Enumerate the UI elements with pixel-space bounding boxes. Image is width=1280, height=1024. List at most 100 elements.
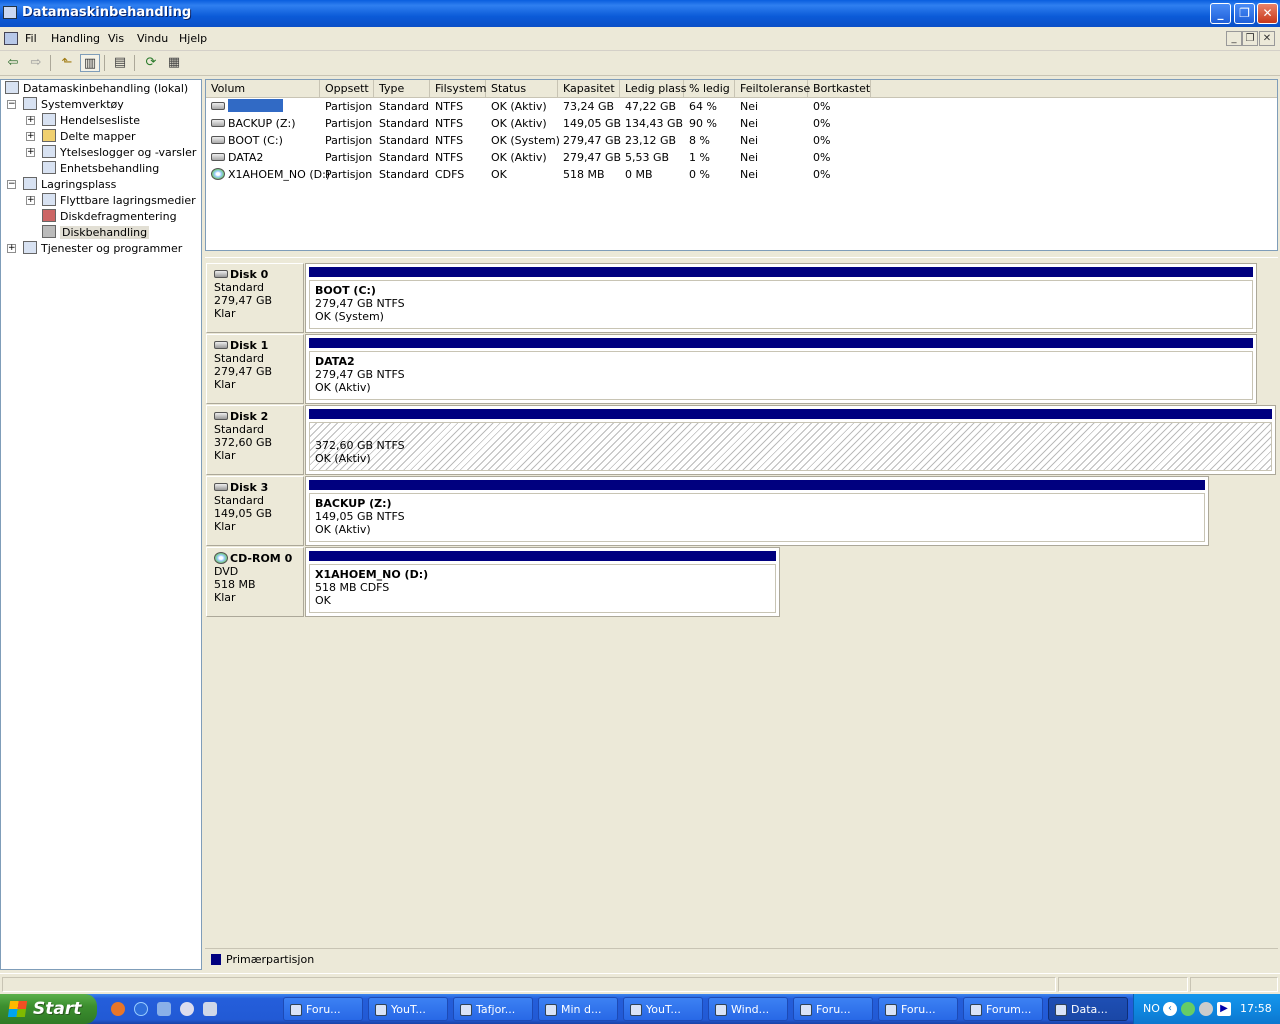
tree-removable-storage[interactable]: Flyttbare lagringsmedier — [42, 193, 196, 209]
column-capacity[interactable]: Kapasitet — [558, 80, 620, 98]
taskbar-item[interactable]: Foru... — [878, 997, 958, 1021]
taskbar-item[interactable]: YouT... — [368, 997, 448, 1021]
start-button[interactable]: Start — [0, 994, 97, 1024]
expand-services[interactable]: + — [7, 244, 16, 253]
table-row[interactable]: Partisjon Standard NTFS OK (Aktiv) 73,24… — [206, 98, 1277, 115]
taskbar-item[interactable]: YouT... — [623, 997, 703, 1021]
child-close-button[interactable]: ✕ — [1259, 31, 1275, 46]
column-free-space[interactable]: Ledig plass — [620, 80, 686, 98]
table-row[interactable]: X1AHOEM_NO (D:) Partisjon Standard CDFS … — [206, 166, 1277, 183]
child-restore-button[interactable]: ❐ — [1242, 31, 1258, 46]
help-icon[interactable]: ▦ — [164, 54, 184, 72]
volume-block[interactable]: DATA2 279,47 GB NTFS OK (Aktiv) — [305, 334, 1257, 404]
collapse-storage[interactable]: − — [7, 180, 16, 189]
expand-perf-logs[interactable]: + — [26, 148, 35, 157]
system-menu-icon[interactable] — [4, 32, 18, 45]
tree-services[interactable]: Tjenester og programmer — [23, 241, 182, 257]
volume-block[interactable]: X1AHOEM_NO (D:) 518 MB CDFS OK — [305, 547, 780, 617]
percent-cell: 0 % — [689, 168, 710, 181]
expand-event-viewer[interactable]: + — [26, 116, 35, 125]
tree-perf-logs[interactable]: Ytelseslogger og -varsler — [42, 145, 196, 161]
taskbar-item[interactable]: Tafjor... — [453, 997, 533, 1021]
free-cell: 47,22 GB — [625, 100, 677, 113]
column-volume[interactable]: Volum — [206, 80, 320, 98]
tree-root[interactable]: Datamaskinbehandling (lokal) — [5, 81, 188, 97]
internet-explorer-icon[interactable] — [134, 1002, 148, 1016]
disk-label[interactable]: Disk 1 Standard 279,47 GB Klar — [206, 334, 304, 404]
disk-size: 279,47 GB — [214, 294, 273, 307]
tree-system-tools[interactable]: Systemverktøy — [23, 97, 124, 113]
menu-help[interactable]: Hjelp — [179, 32, 207, 45]
media-icon[interactable]: ▶ — [1217, 1002, 1231, 1016]
disk-label[interactable]: Disk 0 Standard 279,47 GB Klar — [206, 263, 304, 333]
start-label: Start — [33, 999, 82, 1019]
tree-event-viewer[interactable]: Hendelsesliste — [42, 113, 140, 129]
messenger-icon[interactable] — [1181, 1002, 1195, 1016]
menu-action[interactable]: Handling — [51, 32, 100, 45]
language-indicator[interactable]: NO — [1143, 1002, 1160, 1015]
list-header: Volum Oppsett Type Filsystem Status Kapa… — [206, 80, 1277, 98]
column-filesystem[interactable]: Filsystem — [430, 80, 486, 98]
child-minimize-button[interactable]: _ — [1226, 31, 1242, 46]
media-player-icon[interactable] — [180, 1002, 194, 1016]
chevron-left-icon[interactable]: ‹ — [1163, 1002, 1177, 1016]
up-folder-icon[interactable]: ⬑ — [57, 54, 77, 72]
menu-view[interactable]: Vis — [108, 32, 124, 45]
taskbar-item[interactable]: Min d... — [538, 997, 618, 1021]
disk-label[interactable]: CD-ROM 0 DVD 518 MB Klar — [206, 547, 304, 617]
volume-name: BACKUP (Z:) — [228, 117, 296, 130]
menu-file[interactable]: Fil — [25, 32, 37, 45]
volume-block[interactable]: BACKUP (Z:) 149,05 GB NTFS OK (Aktiv) — [305, 476, 1209, 546]
menu-window[interactable]: Vindu — [137, 32, 168, 45]
tree-device-manager[interactable]: Enhetsbehandling — [42, 161, 159, 177]
desktop-icon[interactable] — [157, 1002, 171, 1016]
clock[interactable]: 17:58 — [1240, 1002, 1272, 1015]
taskbar-item[interactable]: Forum... — [963, 997, 1043, 1021]
minimize-button[interactable]: _ — [1210, 3, 1231, 24]
layout-cell: Partisjon — [325, 151, 373, 164]
window-icon — [715, 1004, 727, 1016]
show-hide-tree-icon[interactable]: ▥ — [80, 54, 100, 72]
column-percent-free[interactable]: % ledig — [684, 80, 735, 98]
selected-volume-name[interactable] — [228, 99, 283, 112]
disk-label[interactable]: Disk 2 Standard 372,60 GB Klar — [206, 405, 304, 475]
close-button[interactable]: ✕ — [1257, 3, 1278, 24]
maximize-button[interactable]: ❐ — [1234, 3, 1255, 24]
table-row[interactable]: BOOT (C:) Partisjon Standard NTFS OK (Sy… — [206, 132, 1277, 149]
volume-block[interactable]: BOOT (C:) 279,47 GB NTFS OK (System) — [305, 263, 1257, 333]
volume-block-selected[interactable]: 372,60 GB NTFS OK (Aktiv) — [305, 405, 1276, 475]
network-icon[interactable] — [1199, 1002, 1213, 1016]
properties-icon[interactable]: ▤ — [110, 54, 130, 72]
column-type[interactable]: Type — [374, 80, 430, 98]
table-row[interactable]: DATA2 Partisjon Standard NTFS OK (Aktiv)… — [206, 149, 1277, 166]
taskbar-item[interactable]: Foru... — [283, 997, 363, 1021]
volume-name-cell: DATA2 — [206, 149, 263, 166]
taskbar-item-active[interactable]: Data... — [1048, 997, 1128, 1021]
table-row[interactable]: BACKUP (Z:) Partisjon Standard NTFS OK (… — [206, 115, 1277, 132]
volume-block-size: 518 MB CDFS — [315, 581, 390, 594]
tree-storage[interactable]: Lagringsplass — [23, 177, 116, 193]
collapse-system-tools[interactable]: − — [7, 100, 16, 109]
column-overhead[interactable]: Bortkastet — [808, 80, 871, 98]
taskbar-item[interactable]: Wind... — [708, 997, 788, 1021]
column-status[interactable]: Status — [486, 80, 558, 98]
firefox-icon[interactable] — [111, 1002, 125, 1016]
quicklaunch-icon[interactable] — [203, 1002, 217, 1016]
expand-removable[interactable]: + — [26, 196, 35, 205]
pane-splitter[interactable] — [205, 251, 1278, 258]
disk-label[interactable]: Disk 3 Standard 149,05 GB Klar — [206, 476, 304, 546]
forward-icon[interactable]: ⇨ — [26, 54, 46, 72]
tree-defrag[interactable]: Diskdefragmentering — [42, 209, 177, 225]
tree-disk-management[interactable]: Diskbehandling — [42, 225, 150, 241]
column-fault-tolerance[interactable]: Feiltoleranse — [735, 80, 810, 98]
tree-shared-folders[interactable]: Delte mapper — [42, 129, 136, 145]
tools-icon — [23, 97, 37, 110]
column-layout[interactable]: Oppsett — [320, 80, 374, 98]
back-icon[interactable]: ⇦ — [3, 54, 23, 72]
disk-row: CD-ROM 0 DVD 518 MB Klar X1AHOEM_NO (D:)… — [206, 547, 781, 617]
expand-shared-folders[interactable]: + — [26, 132, 35, 141]
refresh-icon[interactable]: ⟳ — [141, 54, 161, 72]
performance-icon — [42, 145, 56, 158]
disk-kind: DVD — [214, 565, 239, 578]
taskbar-item[interactable]: Foru... — [793, 997, 873, 1021]
